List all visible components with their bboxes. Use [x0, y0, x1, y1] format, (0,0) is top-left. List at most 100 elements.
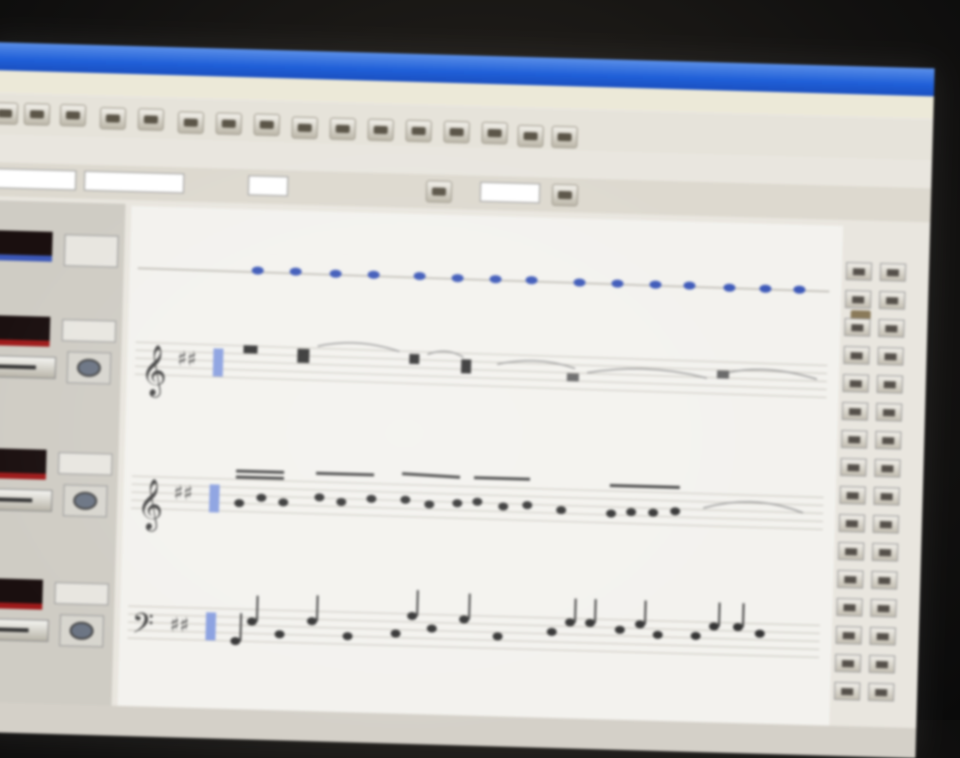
volume-slider[interactable] [0, 487, 53, 512]
pan-knob-icon[interactable] [59, 614, 105, 648]
toolbar-button[interactable] [0, 102, 19, 125]
name-field[interactable] [83, 170, 185, 194]
note-head[interactable] [492, 632, 503, 641]
note-chord[interactable] [409, 353, 420, 365]
note-head[interactable] [366, 494, 377, 503]
note-head[interactable] [759, 284, 772, 293]
volume-slider[interactable] [0, 617, 49, 642]
note-head[interactable] [230, 637, 241, 646]
toolbar-button[interactable] [405, 119, 432, 143]
palette-button[interactable] [874, 430, 902, 450]
note-head[interactable] [732, 623, 743, 632]
palette-button[interactable] [876, 374, 904, 394]
note-chord[interactable] [243, 345, 258, 354]
palette-button[interactable] [878, 290, 906, 310]
note-head[interactable] [754, 629, 765, 638]
value-field[interactable] [247, 175, 289, 197]
note-head[interactable] [546, 627, 557, 636]
toolbar-button[interactable] [59, 103, 87, 127]
note-head[interactable] [451, 274, 464, 283]
note-head[interactable] [723, 283, 736, 292]
palette-button[interactable] [872, 514, 900, 534]
note-head[interactable] [573, 278, 586, 287]
note-head[interactable] [652, 630, 663, 639]
toolbar-button[interactable] [137, 108, 165, 131]
palette-button[interactable] [879, 262, 907, 282]
palette-button[interactable] [833, 681, 861, 701]
palette-button[interactable] [844, 289, 872, 309]
note-head[interactable] [234, 499, 245, 508]
note-head[interactable] [565, 618, 576, 627]
toolbar-button[interactable] [481, 121, 508, 145]
note-head[interactable] [649, 280, 662, 289]
note-head[interactable] [793, 285, 806, 294]
toolbar-button[interactable] [367, 118, 394, 142]
toolbar-button[interactable] [517, 124, 544, 148]
toolbar-button[interactable] [329, 117, 357, 141]
note-head[interactable] [690, 631, 701, 640]
note-head[interactable] [611, 279, 624, 288]
palette-button[interactable] [834, 653, 862, 673]
palette-button[interactable] [837, 541, 865, 561]
note-head[interactable] [289, 267, 302, 276]
note-chord[interactable] [460, 359, 472, 374]
palette-button[interactable] [871, 542, 899, 562]
note-head[interactable] [522, 501, 533, 510]
palette-button[interactable] [841, 401, 869, 421]
note-head[interactable] [606, 509, 617, 518]
note-head[interactable] [614, 625, 625, 634]
toolbar-button[interactable] [443, 120, 470, 144]
palette-button[interactable] [873, 486, 900, 506]
toolbar-button[interactable] [177, 111, 205, 134]
note-head[interactable] [708, 622, 719, 631]
palette-button[interactable] [840, 429, 868, 449]
palette-button[interactable] [837, 569, 864, 589]
note-head[interactable] [413, 272, 426, 281]
note-head[interactable] [390, 629, 401, 638]
note-head[interactable] [306, 617, 317, 626]
palette-button[interactable] [870, 598, 897, 618]
palette-button[interactable] [836, 597, 863, 617]
palette-button[interactable] [839, 485, 866, 505]
palette-button[interactable] [840, 457, 867, 477]
note-head[interactable] [342, 632, 353, 641]
note-head[interactable] [256, 493, 267, 502]
toolbar-button[interactable] [551, 183, 579, 207]
palette-button[interactable] [835, 625, 863, 645]
toolbar-button[interactable] [551, 125, 578, 149]
palette-button[interactable] [877, 346, 904, 366]
track-buttons[interactable] [54, 582, 109, 606]
instrument-select[interactable] [0, 167, 77, 191]
palette-button[interactable] [869, 626, 897, 646]
palette-button[interactable] [845, 261, 873, 281]
note-head[interactable] [634, 620, 645, 629]
note-head[interactable] [274, 630, 285, 639]
toolbar-button[interactable] [215, 112, 243, 136]
note-head[interactable] [683, 281, 696, 290]
value-field[interactable] [479, 181, 541, 204]
toolbar-button[interactable] [23, 102, 51, 126]
note-head[interactable] [367, 270, 380, 279]
palette-button[interactable] [867, 682, 895, 702]
note-head[interactable] [251, 266, 264, 275]
palette-button[interactable] [838, 513, 866, 533]
note-head[interactable] [585, 618, 596, 627]
track-buttons[interactable] [57, 452, 113, 476]
volume-slider[interactable] [0, 354, 57, 379]
note-head[interactable] [489, 275, 502, 284]
note-head[interactable] [452, 499, 463, 508]
note-head[interactable] [525, 276, 538, 285]
toolbar-button[interactable] [99, 107, 127, 130]
note-head[interactable] [314, 493, 325, 502]
palette-button[interactable] [843, 345, 870, 365]
track-buttons[interactable] [63, 234, 119, 268]
note-head[interactable] [426, 624, 437, 633]
note-head[interactable] [407, 612, 418, 621]
note-head[interactable] [472, 497, 483, 506]
note-head[interactable] [648, 508, 659, 517]
note-head[interactable] [246, 617, 257, 626]
toolbar-button[interactable] [253, 113, 281, 137]
track-buttons[interactable] [61, 319, 117, 343]
pan-knob-icon[interactable] [62, 484, 108, 518]
palette-button[interactable] [875, 402, 903, 422]
